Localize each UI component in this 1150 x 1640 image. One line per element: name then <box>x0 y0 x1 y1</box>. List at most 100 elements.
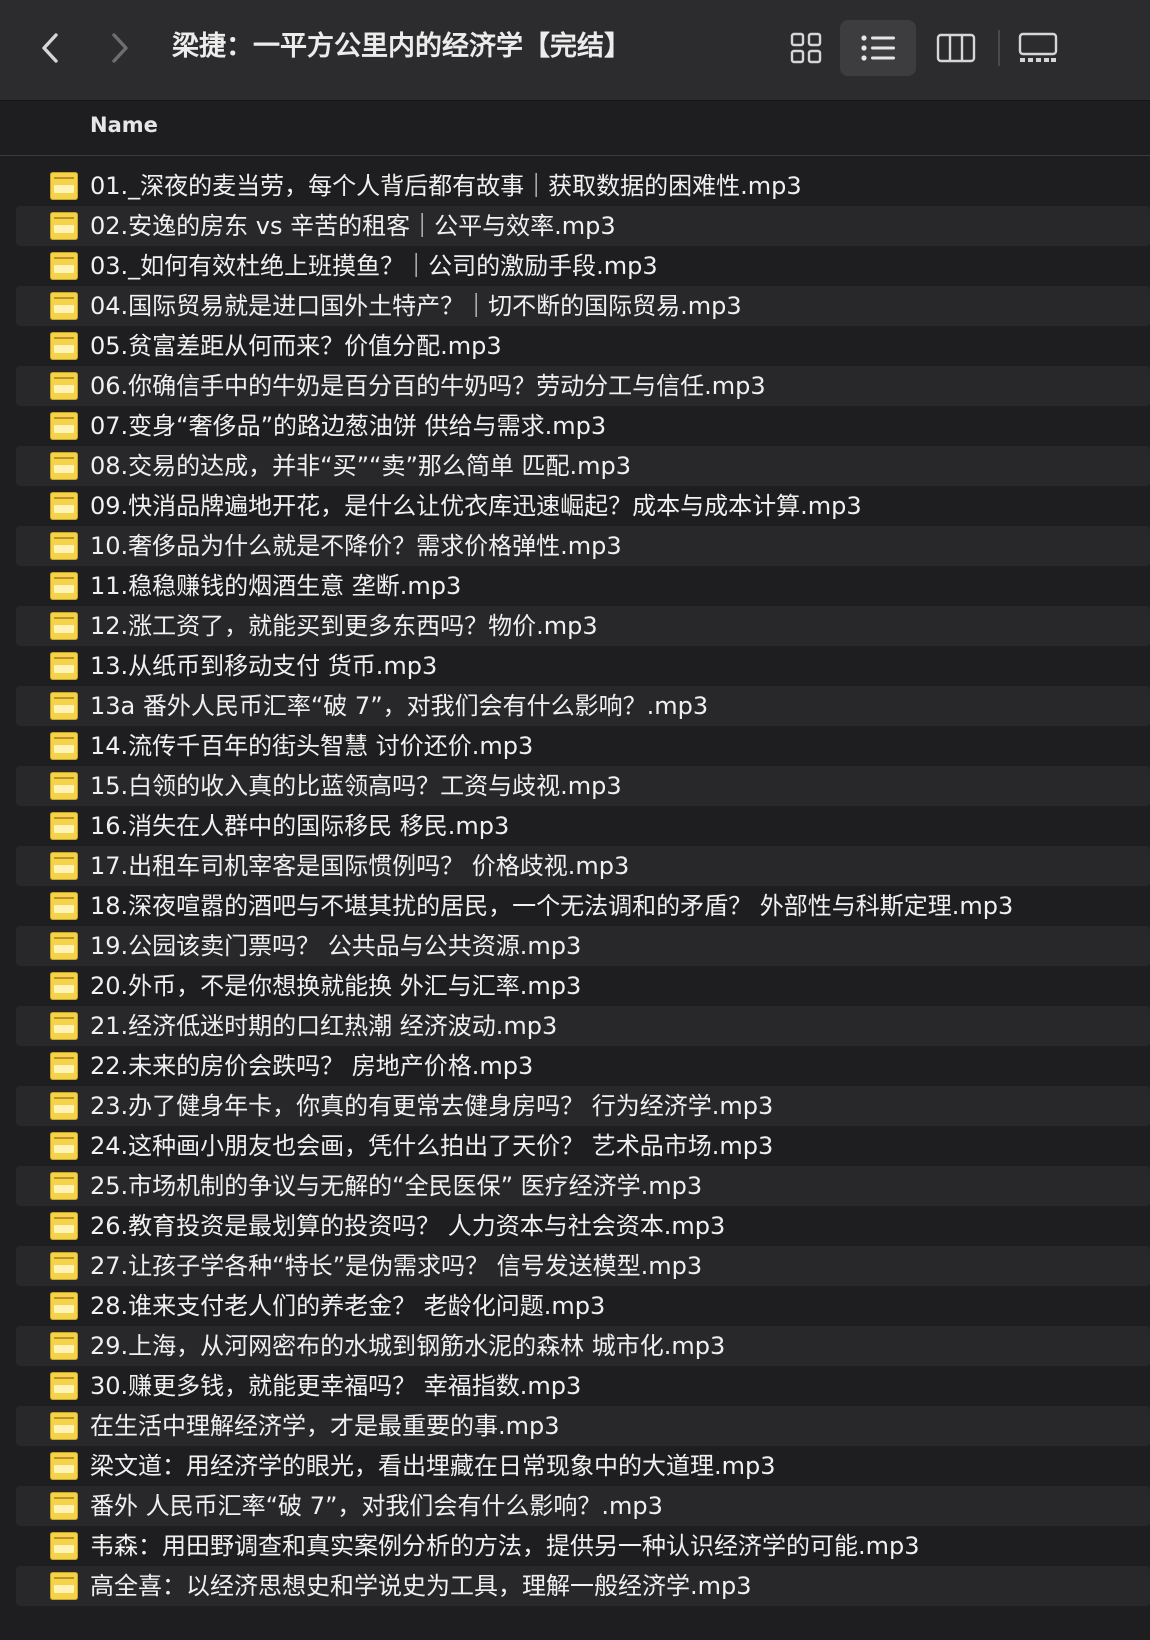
name-column-header[interactable]: Name <box>90 113 158 137</box>
audio-file-icon <box>50 1172 78 1200</box>
audio-file-icon <box>50 532 78 560</box>
file-row[interactable]: 19.公园该卖门票吗？ 公共品与公共资源.mp3 <box>16 926 1150 966</box>
file-row[interactable]: 16.消失在人群中的国际移民 移民.mp3 <box>16 806 1150 846</box>
file-name: 13a 番外人民币汇率“破 7”，对我们会有什么影响？.mp3 <box>90 692 709 720</box>
chevron-left-icon <box>42 33 58 63</box>
file-name: 20.外币，不是你想换就能换 外汇与汇率.mp3 <box>90 972 582 1000</box>
audio-file-icon <box>50 1092 78 1120</box>
file-name: 11.稳稳赚钱的烟酒生意 垄断.mp3 <box>90 572 462 600</box>
file-row[interactable]: 12.涨工资了，就能买到更多东西吗？物价.mp3 <box>16 606 1150 646</box>
file-name: 01._深夜的麦当劳，每个人背后都有故事｜获取数据的困难性.mp3 <box>90 172 802 200</box>
file-name: 30.赚更多钱，就能更幸福吗？ 幸福指数.mp3 <box>90 1372 582 1400</box>
file-row[interactable]: 18.深夜喧嚣的酒吧与不堪其扰的居民，一个无法调和的矛盾？ 外部性与科斯定理.m… <box>16 886 1150 926</box>
file-name: 15.白领的收入真的比蓝领高吗？工资与歧视.mp3 <box>90 772 622 800</box>
audio-file-icon <box>50 1532 78 1560</box>
file-row[interactable]: 24.这种画小朋友也会画，凭什么拍出了天价？ 艺术品市场.mp3 <box>16 1126 1150 1166</box>
file-row[interactable]: 03._如何有效杜绝上班摸鱼？｜公司的激励手段.mp3 <box>16 246 1150 286</box>
file-name: 06.你确信手中的牛奶是百分百的牛奶吗？劳动分工与信任.mp3 <box>90 372 766 400</box>
file-name: 23.办了健身年卡，你真的有更常去健身房吗？ 行为经济学.mp3 <box>90 1092 774 1120</box>
file-name: 韦森：用田野调查和真实案例分析的方法，提供另一种认识经济学的可能.mp3 <box>90 1532 920 1560</box>
chevron-right-icon <box>112 33 128 63</box>
icon-view-button[interactable] <box>768 20 844 76</box>
file-name: 29.上海，从河网密布的水城到钢筋水泥的森林 城市化.mp3 <box>90 1332 726 1360</box>
file-name: 24.这种画小朋友也会画，凭什么拍出了天价？ 艺术品市场.mp3 <box>90 1132 774 1160</box>
file-row[interactable]: 10.奢侈品为什么就是不降价？需求价格弹性.mp3 <box>16 526 1150 566</box>
audio-file-icon <box>50 252 78 280</box>
file-row[interactable]: 28.谁来支付老人们的养老金？ 老龄化问题.mp3 <box>16 1286 1150 1326</box>
file-row[interactable]: 番外 人民币汇率“破 7”，对我们会有什么影响？.mp3 <box>16 1486 1150 1526</box>
file-row[interactable]: 11.稳稳赚钱的烟酒生意 垄断.mp3 <box>16 566 1150 606</box>
file-row[interactable]: 29.上海，从河网密布的水城到钢筋水泥的森林 城市化.mp3 <box>16 1326 1150 1366</box>
audio-file-icon <box>50 892 78 920</box>
audio-file-icon <box>50 972 78 1000</box>
audio-file-icon <box>50 1372 78 1400</box>
file-row[interactable]: 08.交易的达成，并非“买”“卖”那么简单 匹配.mp3 <box>16 446 1150 486</box>
file-name: 04.国际贸易就是进口国外土特产？｜切不断的国际贸易.mp3 <box>90 292 742 320</box>
audio-file-icon <box>50 1412 78 1440</box>
file-name: 梁文道：用经济学的眼光，看出埋藏在日常现象中的大道理.mp3 <box>90 1452 776 1480</box>
audio-file-icon <box>50 1012 78 1040</box>
audio-file-icon <box>50 1572 78 1600</box>
file-name: 14.流传千百年的街头智慧 讨价还价.mp3 <box>90 732 534 760</box>
audio-file-icon <box>50 612 78 640</box>
file-name: 27.让孩子学各种“特长”是伪需求吗？ 信号发送模型.mp3 <box>90 1252 703 1280</box>
file-row[interactable]: 20.外币，不是你想换就能换 外汇与汇率.mp3 <box>16 966 1150 1006</box>
file-row[interactable]: 05.贫富差距从何而来？价值分配.mp3 <box>16 326 1150 366</box>
file-row[interactable]: 15.白领的收入真的比蓝领高吗？工资与歧视.mp3 <box>16 766 1150 806</box>
audio-file-icon <box>50 692 78 720</box>
audio-file-icon <box>50 812 78 840</box>
audio-file-icon <box>50 452 78 480</box>
audio-file-icon <box>50 1492 78 1520</box>
file-name: 18.深夜喧嚣的酒吧与不堪其扰的居民，一个无法调和的矛盾？ 外部性与科斯定理.m… <box>90 892 1014 920</box>
audio-file-icon <box>50 292 78 320</box>
file-name: 08.交易的达成，并非“买”“卖”那么简单 匹配.mp3 <box>90 452 632 480</box>
icon-view-icon <box>790 32 822 64</box>
file-name: 25.市场机制的争议与无解的“全民医保” 医疗经济学.mp3 <box>90 1172 703 1200</box>
file-name: 高全喜：以经济思想史和学说史为工具，理解一般经济学.mp3 <box>90 1572 752 1600</box>
file-name: 03._如何有效杜绝上班摸鱼？｜公司的激励手段.mp3 <box>90 252 658 280</box>
file-row[interactable]: 13.从纸币到移动支付 货币.mp3 <box>16 646 1150 686</box>
file-name: 28.谁来支付老人们的养老金？ 老龄化问题.mp3 <box>90 1292 606 1320</box>
file-row[interactable]: 04.国际贸易就是进口国外土特产？｜切不断的国际贸易.mp3 <box>16 286 1150 326</box>
file-row[interactable]: 17.出租车司机宰客是国际惯例吗？ 价格歧视.mp3 <box>16 846 1150 886</box>
file-name: 26.教育投资是最划算的投资吗？ 人力资本与社会资本.mp3 <box>90 1212 726 1240</box>
audio-file-icon <box>50 932 78 960</box>
file-name: 17.出租车司机宰客是国际惯例吗？ 价格歧视.mp3 <box>90 852 630 880</box>
column-view-button[interactable] <box>918 20 994 76</box>
audio-file-icon <box>50 172 78 200</box>
window-title: 梁捷：一平方公里内的经济学【完结】 <box>172 31 631 62</box>
forward-button[interactable] <box>100 26 140 70</box>
file-row[interactable]: 02.安逸的房东 vs 辛苦的租客｜公平与效率.mp3 <box>16 206 1150 246</box>
file-row[interactable]: 14.流传千百年的街头智慧 讨价还价.mp3 <box>16 726 1150 766</box>
file-row[interactable]: 07.变身“奢侈品”的路边葱油饼 供给与需求.mp3 <box>16 406 1150 446</box>
file-row[interactable]: 21.经济低迷时期的口红热潮 经济波动.mp3 <box>16 1006 1150 1046</box>
file-name: 16.消失在人群中的国际移民 移民.mp3 <box>90 812 510 840</box>
gallery-view-button[interactable] <box>1000 20 1076 76</box>
file-row[interactable]: 30.赚更多钱，就能更幸福吗？ 幸福指数.mp3 <box>16 1366 1150 1406</box>
file-row[interactable]: 在生活中理解经济学，才是最重要的事.mp3 <box>16 1406 1150 1446</box>
back-button[interactable] <box>30 26 70 70</box>
file-row[interactable]: 06.你确信手中的牛奶是百分百的牛奶吗？劳动分工与信任.mp3 <box>16 366 1150 406</box>
file-row[interactable]: 25.市场机制的争议与无解的“全民医保” 医疗经济学.mp3 <box>16 1166 1150 1206</box>
file-row[interactable]: 01._深夜的麦当劳，每个人背后都有故事｜获取数据的困难性.mp3 <box>16 166 1150 206</box>
file-row[interactable]: 27.让孩子学各种“特长”是伪需求吗？ 信号发送模型.mp3 <box>16 1246 1150 1286</box>
audio-file-icon <box>50 212 78 240</box>
file-name: 05.贫富差距从何而来？价值分配.mp3 <box>90 332 502 360</box>
file-name: 13.从纸币到移动支付 货币.mp3 <box>90 652 438 680</box>
audio-file-icon <box>50 572 78 600</box>
audio-file-icon <box>50 1212 78 1240</box>
file-row[interactable]: 13a 番外人民币汇率“破 7”，对我们会有什么影响？.mp3 <box>16 686 1150 726</box>
file-name: 02.安逸的房东 vs 辛苦的租客｜公平与效率.mp3 <box>90 212 616 240</box>
file-row[interactable]: 梁文道：用经济学的眼光，看出埋藏在日常现象中的大道理.mp3 <box>16 1446 1150 1486</box>
list-view-button[interactable] <box>840 20 916 76</box>
file-row[interactable]: 09.快消品牌遍地开花，是什么让优衣库迅速崛起？成本与成本计算.mp3 <box>16 486 1150 526</box>
audio-file-icon <box>50 1052 78 1080</box>
file-row[interactable]: 23.办了健身年卡，你真的有更常去健身房吗？ 行为经济学.mp3 <box>16 1086 1150 1126</box>
file-row[interactable]: 韦森：用田野调查和真实案例分析的方法，提供另一种认识经济学的可能.mp3 <box>16 1526 1150 1566</box>
file-row[interactable]: 高全喜：以经济思想史和学说史为工具，理解一般经济学.mp3 <box>16 1566 1150 1606</box>
file-row[interactable]: 26.教育投资是最划算的投资吗？ 人力资本与社会资本.mp3 <box>16 1206 1150 1246</box>
file-name: 番外 人民币汇率“破 7”，对我们会有什么影响？.mp3 <box>90 1492 663 1520</box>
file-row[interactable]: 22.未来的房价会跌吗？ 房地产价格.mp3 <box>16 1046 1150 1086</box>
audio-file-icon <box>50 1332 78 1360</box>
file-name: 19.公园该卖门票吗？ 公共品与公共资源.mp3 <box>90 932 582 960</box>
